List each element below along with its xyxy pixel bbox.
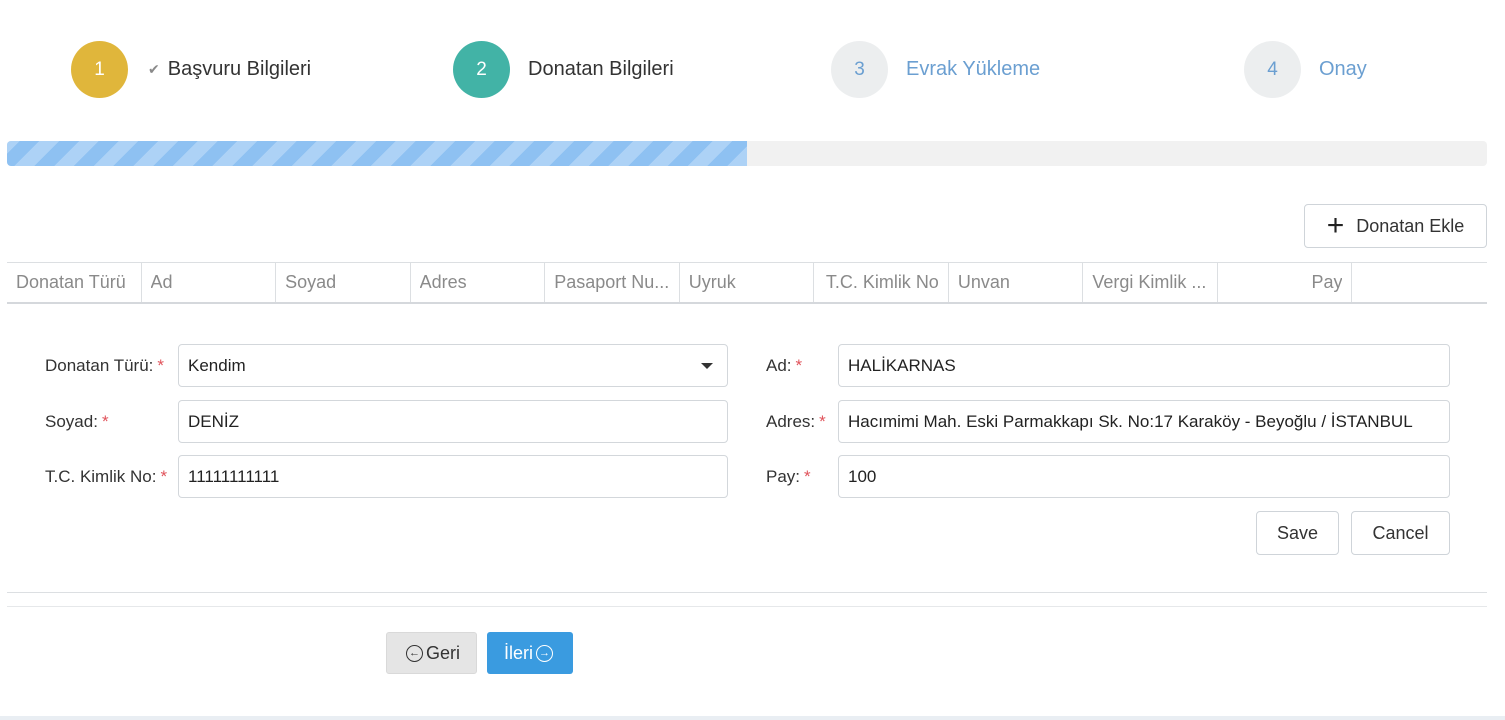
required-mark: * <box>819 412 826 431</box>
required-mark: * <box>160 467 168 486</box>
step-1-number: 1 <box>71 41 128 98</box>
progress-fill <box>7 141 747 166</box>
divider <box>7 592 1487 593</box>
arrow-left-circle-icon: ← <box>405 644 423 662</box>
donatan-turu-select[interactable]: Kendim <box>178 344 728 387</box>
column-header-vergi-kimlik[interactable]: Vergi Kimlik ... <box>1083 263 1218 302</box>
donatan-turu-label: Donatan Türü: * <box>45 356 164 375</box>
step-1-label: Başvuru Bilgileri <box>167 58 312 80</box>
pay-label: Pay: * <box>766 467 811 486</box>
cancel-button[interactable]: Cancel <box>1351 511 1450 555</box>
divider <box>7 606 1487 607</box>
tc-kimlik-label: T.C. Kimlik No: * <box>45 467 168 486</box>
ad-input[interactable] <box>838 344 1450 387</box>
ad-label: Ad: * <box>766 356 803 375</box>
required-mark: * <box>157 356 164 375</box>
page-bottom-border <box>0 716 1505 720</box>
next-button[interactable]: İleri → <box>487 632 573 674</box>
required-mark: * <box>804 467 811 486</box>
caret-down-icon <box>701 363 713 369</box>
arrow-right-circle-icon: → <box>536 644 553 662</box>
column-header-pay[interactable]: Pay <box>1218 263 1353 302</box>
next-label: İleri <box>503 642 533 663</box>
column-header-actions <box>1352 263 1487 302</box>
step-4-label: Onay <box>1319 58 1367 80</box>
column-header-tc-kimlik[interactable]: T.C. Kimlik No <box>814 263 949 302</box>
column-header-pasaport[interactable]: Pasaport Nu... <box>545 263 680 302</box>
step-3-number: 3 <box>831 41 888 98</box>
add-donatan-button[interactable]: + Donatan Ekle <box>1304 204 1487 248</box>
wizard-stepper: 1 ✔ Başvuru Bilgileri 2 Donatan Bilgiler… <box>0 0 1505 140</box>
column-header-uyruk[interactable]: Uyruk <box>680 263 815 302</box>
add-donatan-label: Donatan Ekle <box>1356 215 1465 236</box>
adres-label: Adres: * <box>766 412 826 431</box>
pay-input[interactable] <box>838 455 1450 498</box>
donatan-table-header: Donatan Türü Ad Soyad Adres Pasaport Nu.… <box>7 262 1487 304</box>
check-icon: ✔ <box>148 61 160 77</box>
step-2[interactable]: 2 Donatan Bilgileri <box>453 41 674 98</box>
step-3[interactable]: 3 Evrak Yükleme <box>831 41 1040 98</box>
required-mark: * <box>795 356 803 375</box>
plus-icon: + <box>1326 209 1345 242</box>
step-1[interactable]: 1 ✔ Başvuru Bilgileri <box>71 41 311 98</box>
column-header-soyad[interactable]: Soyad <box>276 263 411 302</box>
soyad-label: Soyad: * <box>45 412 109 431</box>
column-header-donatan-turu[interactable]: Donatan Türü <box>7 263 142 302</box>
soyad-input[interactable] <box>178 400 728 443</box>
step-4[interactable]: 4 Onay <box>1244 41 1367 98</box>
step-2-number: 2 <box>453 41 510 98</box>
column-header-ad[interactable]: Ad <box>142 263 277 302</box>
progress-bar <box>7 141 1487 166</box>
column-header-unvan[interactable]: Unvan <box>949 263 1084 302</box>
step-3-label: Evrak Yükleme <box>906 58 1041 80</box>
back-label: Geri <box>425 642 460 663</box>
column-header-adres[interactable]: Adres <box>411 263 546 302</box>
step-4-number: 4 <box>1244 41 1301 98</box>
donatan-turu-value: Kendim <box>188 355 246 375</box>
adres-input[interactable] <box>838 400 1450 443</box>
save-button[interactable]: Save <box>1256 511 1339 555</box>
required-mark: * <box>101 412 109 431</box>
tc-kimlik-input[interactable] <box>178 455 728 498</box>
step-2-label: Donatan Bilgileri <box>528 58 674 80</box>
back-button[interactable]: ← Geri <box>386 632 477 674</box>
